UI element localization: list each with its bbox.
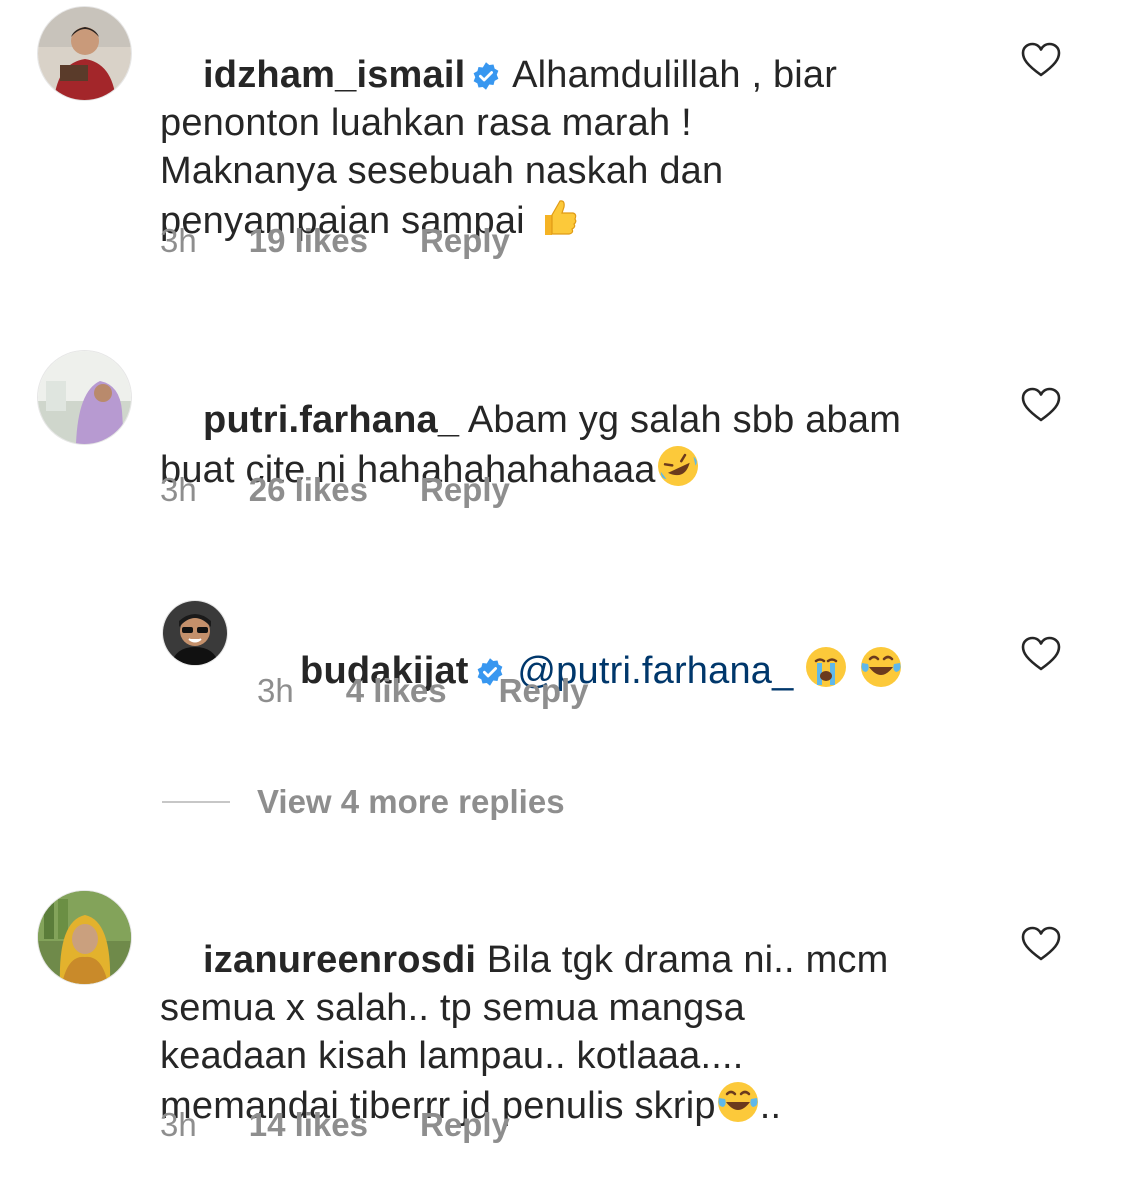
tears-of-joy-icon <box>717 1082 758 1122</box>
comment-meta: 3h 19 likes Reply <box>160 222 562 260</box>
like-heart-icon[interactable] <box>1021 636 1061 672</box>
like-heart-icon[interactable] <box>1021 926 1061 962</box>
comment-meta: 3h 14 likes Reply <box>160 1106 562 1144</box>
likes-count[interactable]: 14 likes <box>249 1106 368 1143</box>
likes-count[interactable]: 4 likes <box>346 672 447 709</box>
avatar[interactable] <box>37 890 132 985</box>
comment-username[interactable]: putri.farhana_ <box>203 399 459 441</box>
crying-face-icon <box>806 647 847 687</box>
avatar-photo <box>38 351 131 444</box>
comment-body-first-line: Alhamdulillah , biar <box>503 54 838 96</box>
likes-count[interactable]: 19 likes <box>249 222 368 259</box>
comment-username[interactable]: idzham_ismail <box>203 54 465 96</box>
view-more-replies-label[interactable]: View 4 more replies <box>257 780 565 824</box>
likes-count[interactable]: 26 likes <box>249 471 368 508</box>
like-heart-icon[interactable] <box>1021 42 1061 78</box>
avatar[interactable] <box>37 350 132 445</box>
like-heart-icon[interactable] <box>1021 387 1061 423</box>
avatar-photo <box>163 601 227 665</box>
avatar[interactable] <box>37 6 132 101</box>
reply-button[interactable]: Reply <box>420 1106 510 1143</box>
comment-meta: 3h 26 likes Reply <box>160 471 562 509</box>
rolling-laughing-icon <box>657 446 698 486</box>
avatar-photo <box>38 891 131 984</box>
reply-button[interactable]: Reply <box>420 471 510 508</box>
comment-text: putri.farhana_ Abam yg salah sbb abam bu… <box>160 348 1020 542</box>
comment-text: budakijat @putri.farhana_ <box>257 597 1017 743</box>
reply-button[interactable]: Reply <box>499 672 589 709</box>
comment-meta: 3h 4 likes Reply <box>257 672 641 710</box>
comment-username[interactable]: izanureenrosdi <box>203 939 476 981</box>
comment-time: 3h <box>160 1106 197 1143</box>
avatar[interactable] <box>162 600 228 666</box>
view-more-replies[interactable]: View 4 more replies <box>162 780 762 824</box>
comment-time: 3h <box>160 471 197 508</box>
avatar-photo <box>38 7 131 100</box>
tears-of-joy-icon <box>861 647 902 687</box>
divider-line <box>162 801 230 803</box>
comment-time: 3h <box>160 222 197 259</box>
comment-time: 3h <box>257 672 294 709</box>
reply-button[interactable]: Reply <box>420 222 510 259</box>
comment-body: penonton luahkan rasa marah ! Maknanya s… <box>160 102 724 242</box>
verified-badge-icon <box>474 62 499 90</box>
comment-body-tail: .. <box>759 1085 782 1127</box>
